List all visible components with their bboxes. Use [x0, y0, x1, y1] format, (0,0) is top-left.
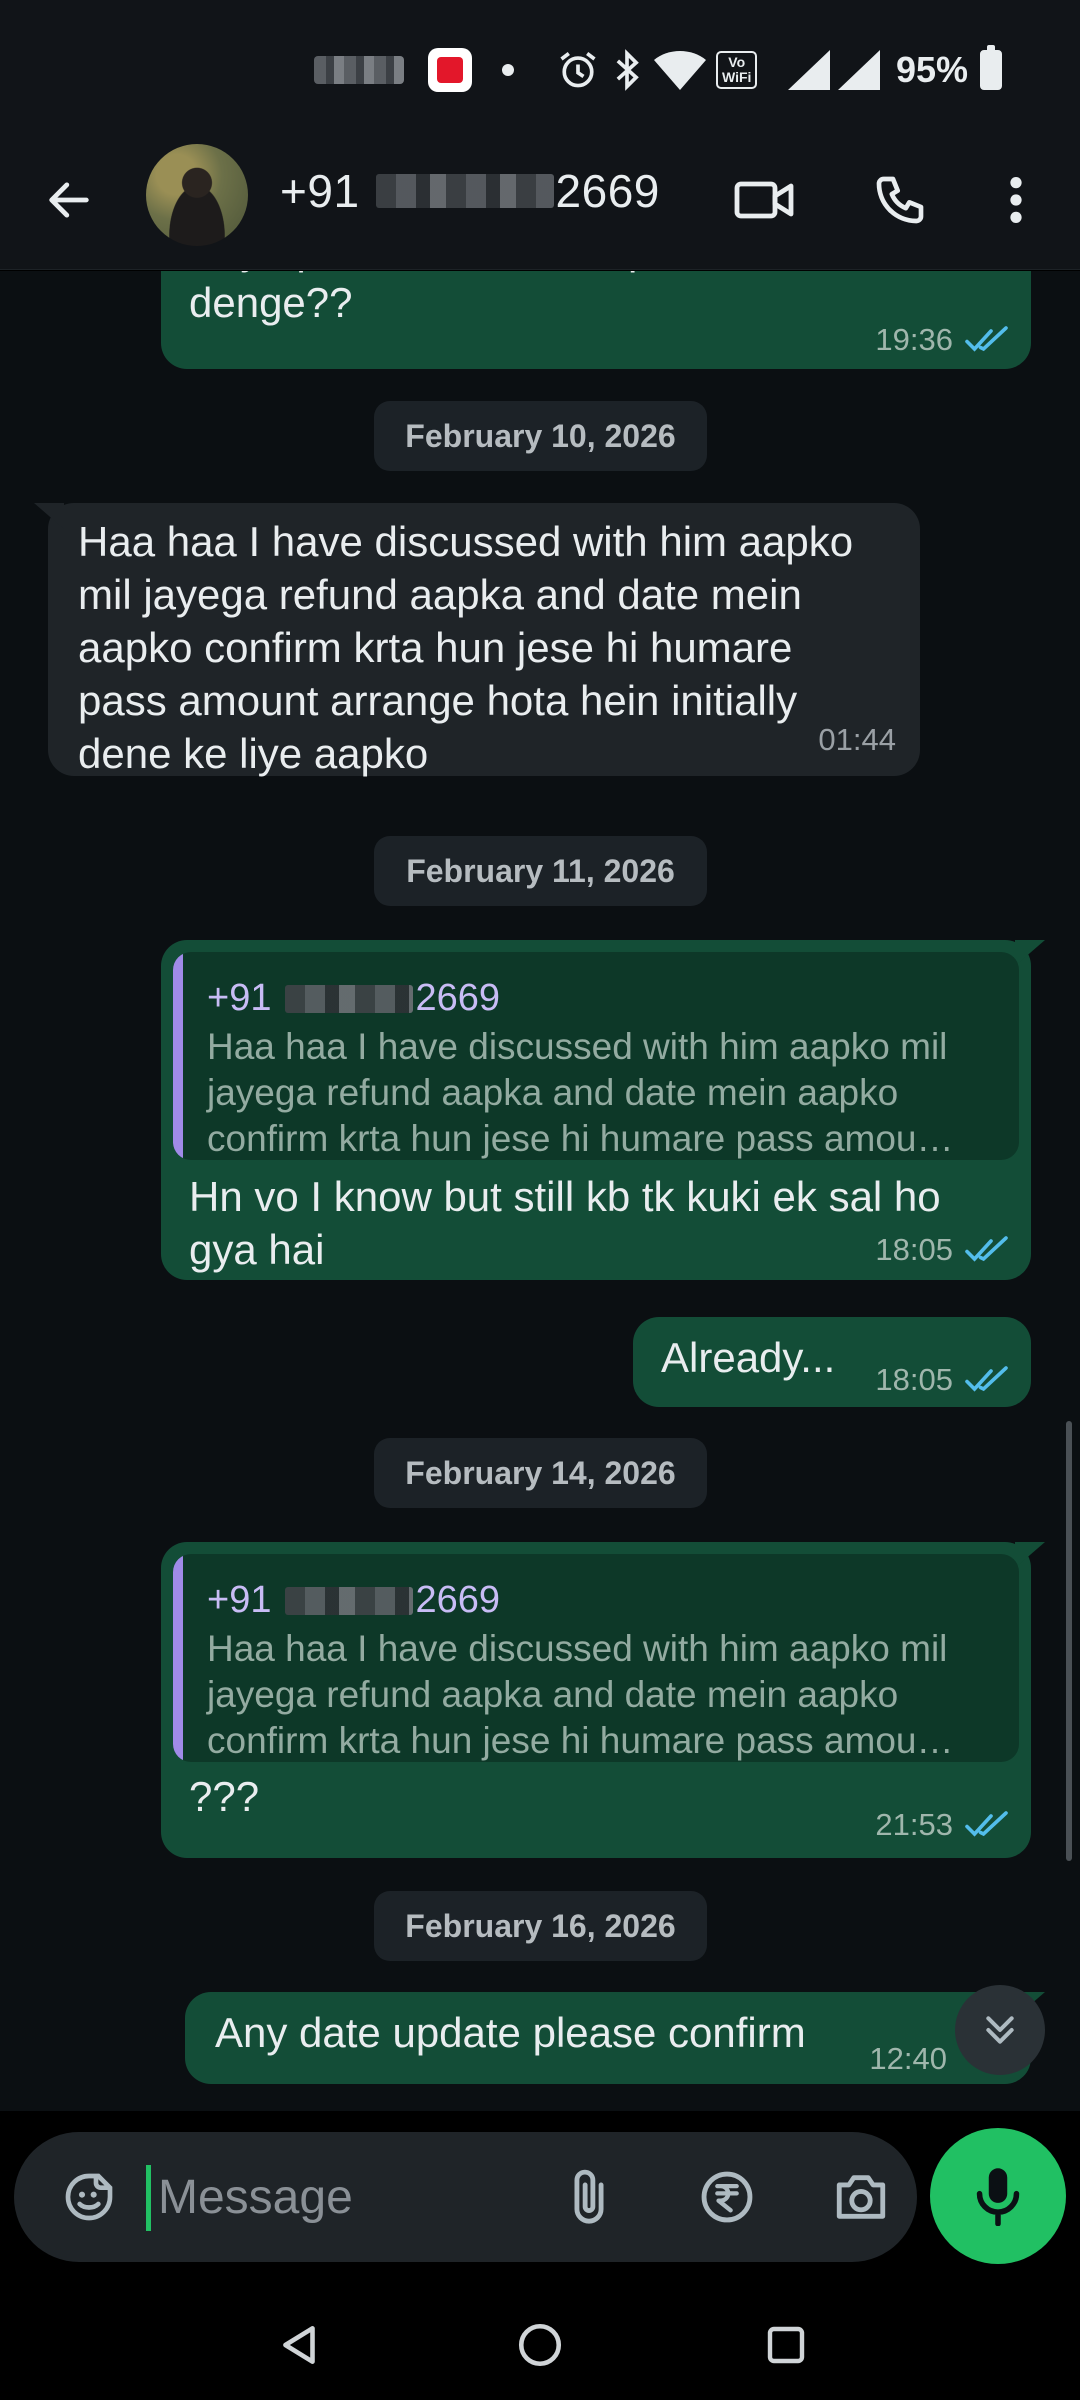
- nav-back-icon[interactable]: [250, 2290, 350, 2400]
- message-time: 18:05: [875, 1232, 953, 1267]
- avatar[interactable]: [146, 144, 248, 246]
- date-separator: February 16, 2026: [374, 1891, 707, 1961]
- bubble-tail: [34, 503, 64, 529]
- status-bar: Vo WiFi 95%: [0, 0, 1080, 130]
- message-text: Any update bhai kb tk ap first installme…: [189, 271, 943, 326]
- quote-text: Haa haa I have discussed with him aapko …: [207, 1628, 954, 1761]
- system-nav-bar: [0, 2290, 1080, 2400]
- read-ticks-icon: [965, 1365, 1008, 1392]
- battery-percentage: 95%: [896, 49, 969, 90]
- quoted-message[interactable]: +91 2669 Haa haa I have discussed with h…: [173, 1554, 1019, 1762]
- message-meta: 18:05: [875, 1223, 1011, 1276]
- message-outgoing[interactable]: Any date update please confirm 12:40: [185, 1992, 1045, 2085]
- notification-blurred-icon: [314, 48, 404, 92]
- volte-wifi-badge: Vo WiFi: [716, 48, 758, 92]
- quote-sender-suffix: 2669: [415, 1579, 501, 1621]
- redacted-number: [285, 1586, 414, 1615]
- message-time: 18:05: [875, 1362, 953, 1397]
- message-input[interactable]: [158, 2162, 418, 2232]
- contact-suffix: 2669: [555, 165, 660, 217]
- date-separator: February 11, 2026: [374, 836, 707, 906]
- message-text: Any date update please confirm: [215, 2009, 806, 2056]
- volte-label: Vo: [728, 54, 746, 70]
- redacted-number: [285, 984, 414, 1013]
- quote-sender: +91 2669: [207, 972, 500, 1025]
- read-ticks-icon: [965, 1810, 1008, 1837]
- more-options-icon[interactable]: [986, 160, 1046, 240]
- message-outgoing[interactable]: Any update bhai kb tk ap first installme…: [161, 271, 1031, 369]
- quote-accent-bar: [173, 1554, 183, 1762]
- message-meta: 12:40: [869, 2032, 947, 2085]
- mic-icon: [976, 2168, 1020, 2226]
- dot-icon: [502, 48, 514, 92]
- contact-prefix: +91: [280, 165, 360, 217]
- mic-button[interactable]: [930, 2128, 1066, 2264]
- quote-sender-suffix: 2669: [415, 977, 501, 1019]
- bubble-tail: [1015, 940, 1045, 966]
- voice-call-icon[interactable]: [858, 160, 942, 240]
- message-time: 21:53: [875, 1807, 953, 1842]
- wifi-icon: [654, 48, 706, 92]
- sticker-icon[interactable]: [44, 2132, 134, 2262]
- message-meta: 19:36: [875, 313, 1011, 366]
- back-arrow-icon[interactable]: [24, 160, 114, 240]
- message-composer: [14, 2132, 917, 2262]
- scrollbar[interactable]: [1066, 1421, 1072, 1861]
- scroll-to-bottom-button[interactable]: [955, 1985, 1045, 2075]
- read-ticks-icon: [965, 1235, 1008, 1262]
- message-text: Haa haa I have discussed with him aapko …: [78, 518, 854, 777]
- signal-icon: [838, 48, 880, 92]
- read-ticks-icon: [965, 325, 1008, 352]
- date-separator: February 10, 2026: [374, 401, 707, 471]
- camera-icon[interactable]: [816, 2132, 906, 2262]
- message-time: 19:36: [875, 322, 953, 357]
- battery-icon: [980, 45, 1002, 92]
- redacted-number: [375, 174, 554, 208]
- rupee-payment-icon[interactable]: [682, 2132, 772, 2262]
- contact-name[interactable]: +91 2669: [280, 164, 660, 218]
- message-text: ???: [189, 1773, 260, 1820]
- quoted-message[interactable]: +91 2669 Haa haa I have discussed with h…: [173, 952, 1019, 1160]
- video-call-icon[interactable]: [722, 160, 806, 240]
- signal-icon: [788, 48, 830, 92]
- message-meta: 01:44: [818, 713, 896, 766]
- wifi-calling-label: WiFi: [722, 69, 752, 85]
- bubble-tail: [1015, 1542, 1045, 1568]
- message-time: 01:44: [818, 722, 896, 757]
- double-chevron-down-icon: [986, 2016, 1014, 2044]
- message-outgoing-reply[interactable]: +91 2669 Haa haa I have discussed with h…: [161, 1542, 1045, 1858]
- alarm-icon: [556, 48, 600, 92]
- quote-sender-prefix: +91: [207, 1579, 272, 1621]
- chat-area[interactable]: Any update bhai kb tk ap first installme…: [0, 271, 1080, 2111]
- quote-sender: +91 2669: [207, 1574, 500, 1627]
- quote-sender-prefix: +91: [207, 977, 272, 1019]
- message-time: 12:40: [869, 2041, 947, 2076]
- attach-icon[interactable]: [544, 2132, 634, 2262]
- nav-home-icon[interactable]: [490, 2290, 590, 2400]
- date-separator: February 14, 2026: [374, 1438, 707, 1508]
- chat-header: +91 2669: [0, 130, 1080, 270]
- message-outgoing[interactable]: Already... 18:05: [633, 1317, 1031, 1407]
- message-outgoing-reply[interactable]: +91 2669 Haa haa I have discussed with h…: [161, 940, 1045, 1280]
- message-incoming[interactable]: Haa haa I have discussed with him aapko …: [34, 503, 920, 777]
- message-text: Already...: [661, 1334, 836, 1381]
- nav-recents-icon[interactable]: [736, 2290, 836, 2400]
- message-meta: 21:53: [875, 1798, 1011, 1851]
- shopping-app-icon: [428, 48, 472, 92]
- quote-accent-bar: [173, 952, 183, 1160]
- message-meta: 18:05: [875, 1353, 1011, 1406]
- text-caret: [146, 2165, 151, 2231]
- bluetooth-icon: [612, 48, 642, 92]
- quote-text: Haa haa I have discussed with him aapko …: [207, 1026, 954, 1159]
